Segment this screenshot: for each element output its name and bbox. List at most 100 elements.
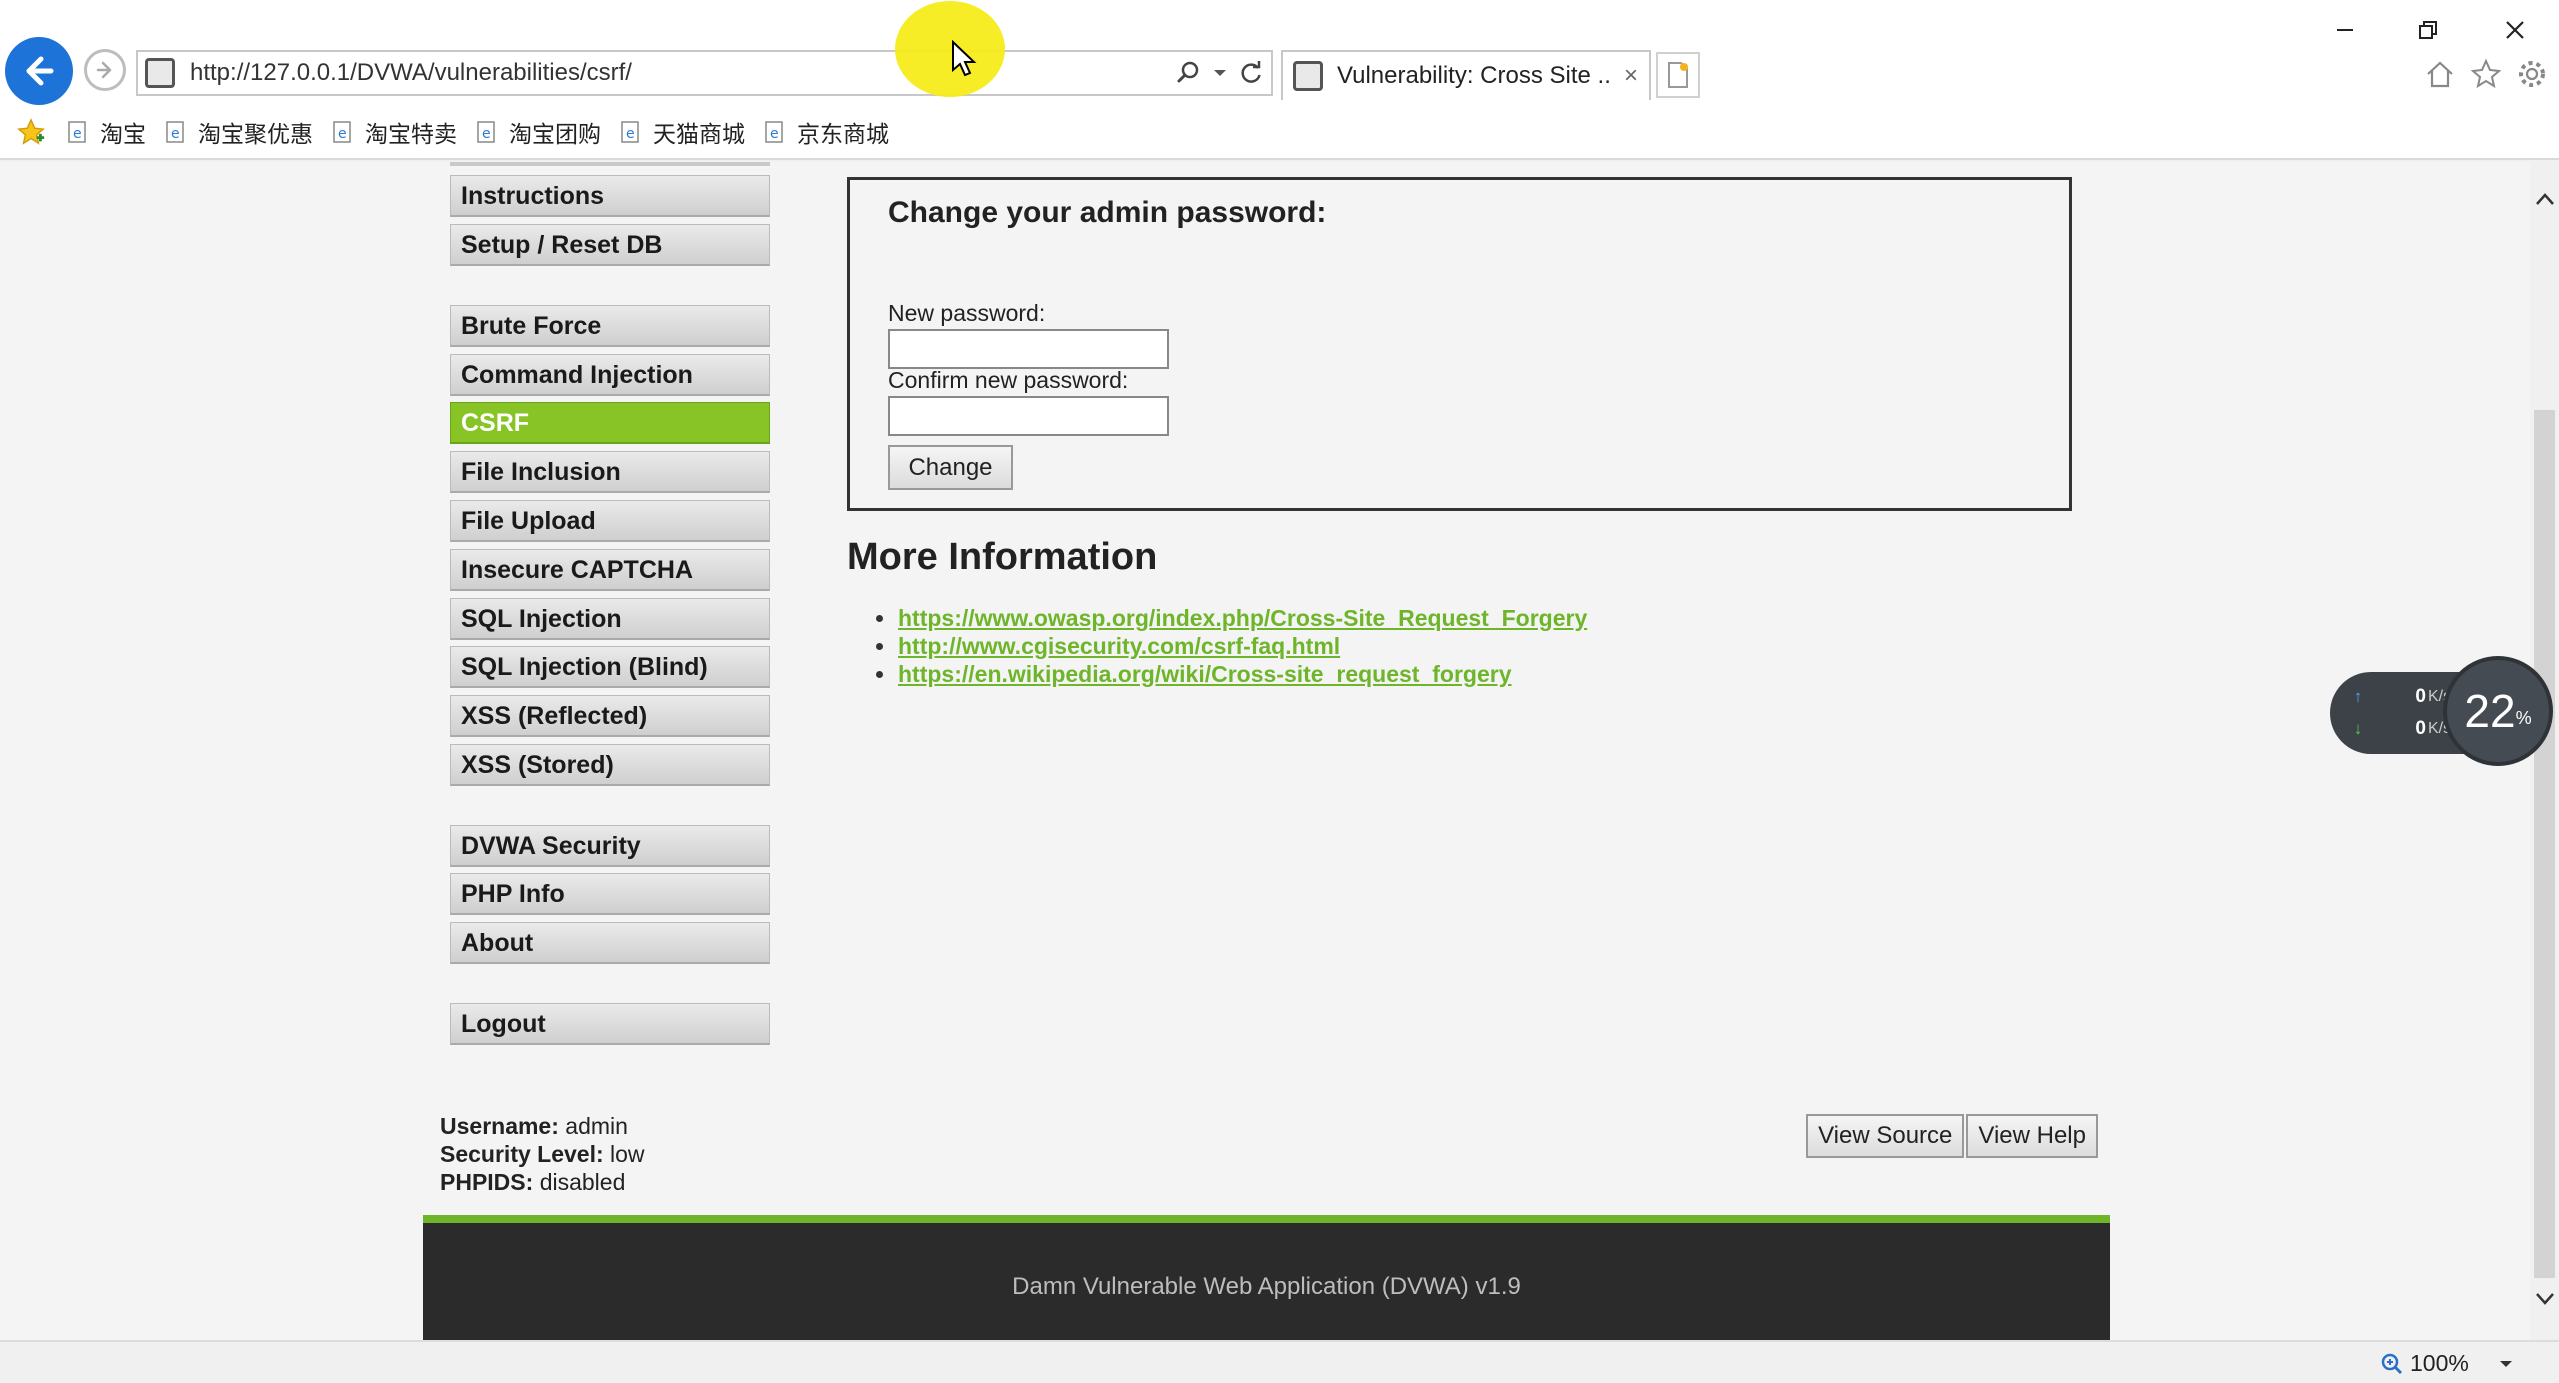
favorite-item[interactable]: e 淘宝团购 [475, 115, 601, 149]
settings-gear-icon[interactable] [2514, 56, 2550, 92]
footer: Damn Vulnerable Web Application (DVWA) v… [423, 1215, 2110, 1340]
confirm-password-label: Confirm new password: [888, 367, 1129, 393]
list-item: http://www.cgisecurity.com/csrf-faq.html [876, 632, 1587, 660]
close-window-button[interactable] [2485, 8, 2545, 52]
tab-active[interactable]: Vulnerability: Cross Site ... × [1281, 50, 1651, 100]
menu-item-instructions[interactable]: Instructions [450, 175, 770, 217]
zoom-dropdown-icon [2499, 1360, 2512, 1367]
external-link[interactable]: https://www.owasp.org/index.php/Cross-Si… [898, 605, 1587, 632]
menu-item-file-upload[interactable]: File Upload [450, 500, 770, 542]
menu-item-about[interactable]: About [450, 922, 770, 964]
menu-item-logout[interactable]: Logout [450, 1003, 770, 1045]
svg-text:e: e [482, 126, 491, 142]
more-info-title: More Information [847, 536, 1158, 578]
security-level-value: low [610, 1141, 645, 1167]
phpids-value: disabled [539, 1169, 626, 1195]
menu-item-xss-reflected[interactable]: XSS (Reflected) [450, 695, 770, 737]
menu-item-insecure-captcha[interactable]: Insecure CAPTCHA [450, 549, 770, 591]
bullet-icon [876, 671, 883, 678]
site-icon [145, 58, 175, 88]
favorite-item[interactable]: e 淘宝 [66, 115, 146, 149]
favorite-item[interactable]: e 淘宝特卖 [331, 115, 457, 149]
back-button[interactable] [5, 37, 73, 105]
add-favorite-star-icon[interactable] [14, 115, 48, 149]
cpu-usage-circle[interactable]: 22% [2443, 656, 2553, 766]
download-speed: ↓ 0 K/s [2350, 718, 2451, 740]
menu-item-sql-injection-blind[interactable]: SQL Injection (Blind) [450, 646, 770, 688]
scroll-up-icon[interactable] [2534, 188, 2556, 210]
back-arrow-icon [26, 56, 54, 86]
view-help-button[interactable]: View Help [1966, 1114, 2098, 1158]
list-item: https://en.wikipedia.org/wiki/Cross-site… [876, 660, 1587, 688]
confirm-password-input[interactable] [888, 396, 1169, 436]
footer-text: Damn Vulnerable Web Application (DVWA) v… [1012, 1273, 1521, 1300]
menu-item-csrf[interactable]: CSRF [450, 402, 770, 444]
dvwa-container: Instructions Setup / Reset DB Brute Force C… [423, 162, 2110, 1340]
upload-arrow-icon: ↑ [2353, 687, 2363, 706]
home-icon[interactable] [2422, 56, 2458, 92]
favorite-label: 淘宝团购 [509, 121, 601, 147]
url-text[interactable]: http://127.0.0.1/DVWA/vulnerabilities/cs… [190, 59, 1169, 87]
page-viewport: Instructions Setup / Reset DB Brute Force C… [0, 162, 2530, 1340]
more-info-links: https://www.owasp.org/index.php/Cross-Si… [876, 604, 1587, 688]
download-arrow-icon: ↓ [2353, 719, 2363, 738]
ie-page-icon: e [765, 121, 783, 143]
svg-text:e: e [338, 126, 347, 142]
dropdown-arrow-icon[interactable] [1209, 53, 1231, 93]
ie-page-icon: e [333, 121, 351, 143]
refresh-icon[interactable] [1231, 53, 1271, 93]
minimize-button[interactable] [2315, 8, 2375, 52]
svg-text:e: e [626, 126, 635, 142]
browser-chrome: http://127.0.0.1/DVWA/vulnerabilities/cs… [0, 0, 2559, 160]
favorite-item[interactable]: e 天猫商城 [619, 115, 745, 149]
percent-sign: % [2515, 707, 2532, 728]
favorite-label: 淘宝特卖 [365, 121, 457, 147]
menu-item-xss-stored[interactable]: XSS (Stored) [450, 744, 770, 786]
svg-text:e: e [770, 126, 779, 142]
external-link[interactable]: https://en.wikipedia.org/wiki/Cross-site… [898, 661, 1512, 688]
menu-item-command-injection[interactable]: Command Injection [450, 354, 770, 396]
zoom-control[interactable]: 100% [2380, 1350, 2513, 1377]
tab-favicon [1293, 61, 1323, 91]
ie-page-icon: e [166, 121, 184, 143]
scrollbar-thumb[interactable] [2534, 410, 2555, 1278]
favorites-bar: e 淘宝 e 淘宝聚优惠 e 淘宝特卖 e 淘宝团购 e 天猫商城 e 京东商城 [0, 110, 2559, 154]
menu-item-brute-force[interactable]: Brute Force [450, 305, 770, 347]
close-tab-icon[interactable]: × [1613, 58, 1649, 94]
cpu-usage-value: 22 [2464, 685, 2516, 737]
restore-button[interactable] [2398, 8, 2458, 52]
external-link[interactable]: http://www.cgisecurity.com/csrf-faq.html [898, 633, 1340, 660]
view-source-button[interactable]: View Source [1806, 1114, 1965, 1158]
menu-item-php-info[interactable]: PHP Info [450, 873, 770, 915]
menu-item-sql-injection[interactable]: SQL Injection [450, 598, 770, 640]
username-value: admin [565, 1113, 628, 1139]
favorite-label: 淘宝 [100, 121, 146, 147]
svg-text:e: e [171, 126, 180, 142]
username-label: Username: [440, 1113, 559, 1139]
upload-speed: ↑ 0 K/s [2350, 686, 2451, 708]
new-password-label: New password: [888, 300, 1046, 326]
system-info: Username: admin Security Level: low PHPI… [440, 1112, 645, 1196]
menu-item-dvwa-security[interactable]: DVWA Security [450, 825, 770, 867]
forward-button[interactable] [84, 49, 126, 91]
mouse-cursor-icon [952, 40, 977, 77]
favorite-label: 天猫商城 [653, 121, 745, 147]
form-title: Change your admin password: [888, 196, 1327, 229]
search-icon[interactable] [1169, 53, 1209, 93]
phpids-label: PHPIDS: [440, 1169, 534, 1195]
menu-item-setup-reset-db[interactable]: Setup / Reset DB [450, 224, 770, 266]
favorites-star-icon[interactable] [2468, 56, 2504, 92]
view-buttons: View Source View Help [1804, 1114, 2098, 1158]
menu-item-file-inclusion[interactable]: File Inclusion [450, 451, 770, 493]
favorite-item[interactable]: e 京东商城 [763, 115, 889, 149]
change-button[interactable]: Change [888, 445, 1013, 490]
new-tab-icon [1668, 62, 1688, 88]
ie-page-icon: e [477, 121, 495, 143]
favorite-item[interactable]: e 淘宝聚优惠 [164, 115, 313, 149]
address-bar[interactable]: http://127.0.0.1/DVWA/vulnerabilities/cs… [136, 50, 1273, 96]
scroll-down-icon[interactable] [2534, 1288, 2556, 1310]
cursor-highlight [895, 1, 1005, 97]
zoom-level: 100% [2410, 1350, 2469, 1376]
new-password-input[interactable] [888, 329, 1169, 369]
new-tab-button[interactable] [1656, 52, 1700, 98]
